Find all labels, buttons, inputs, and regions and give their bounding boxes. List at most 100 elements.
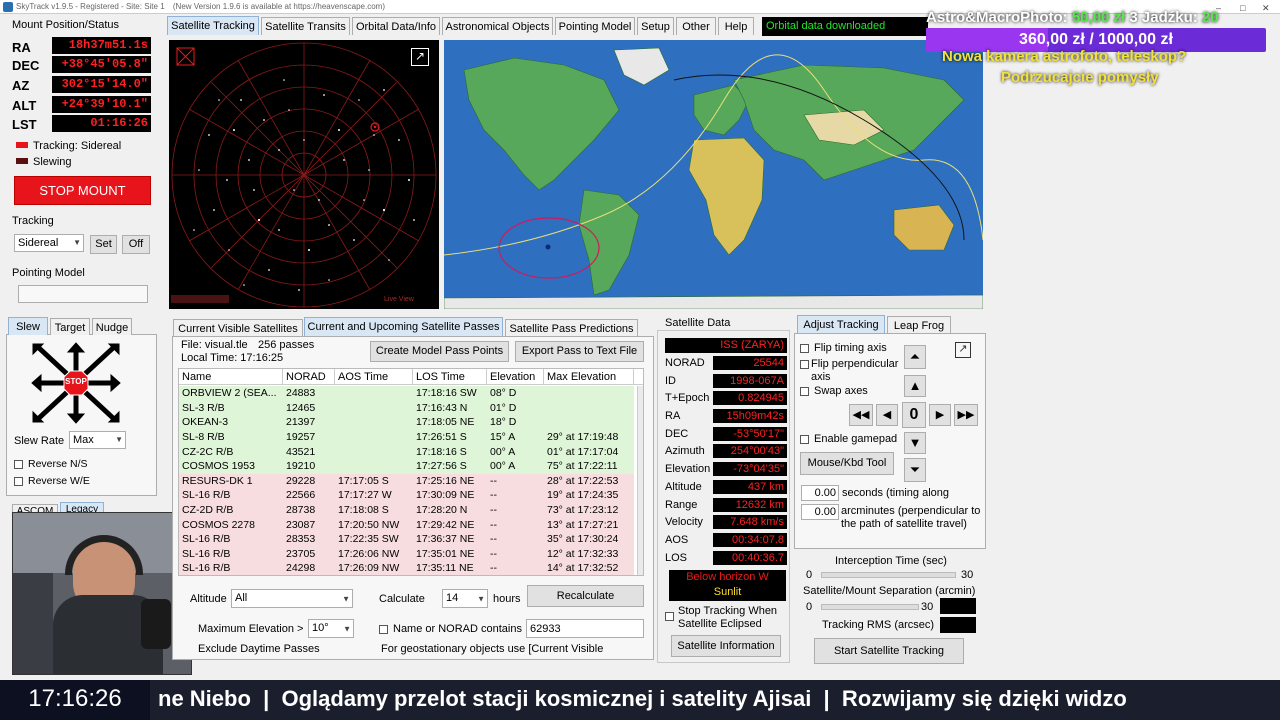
overlay-donor: Astro&MacroPhoto: [926,9,1068,26]
table-row[interactable]: COSMOS 1953 19210 17:27:56 S 00° A 75° at 17… [179,458,634,474]
tab-setup[interactable]: Setup [637,17,674,35]
reverse-ns-checkbox[interactable]: Reverse N/S [14,458,88,470]
timing-offset-input[interactable]: 0.00 [801,485,839,501]
tab-astronomical-objects[interactable]: Astronomical Objects [442,17,553,35]
slew-stop-label[interactable]: STOP [64,377,88,386]
up-icon: ▲ [908,378,922,393]
col-los[interactable]: LOS Time [413,369,487,385]
tab-adjust-tracking[interactable]: Adjust Tracking [797,315,885,334]
satellite-field-row: DEC -53°50'17" [665,426,787,445]
tab-satellite-transits[interactable]: Satellite Transits [261,17,350,35]
col-max-elevation[interactable]: Max Elevation [544,369,634,385]
tab-pass-predictions[interactable]: Satellite Pass Predictions [505,319,638,337]
ra-label: RA [12,40,31,55]
col-aos[interactable]: AOS Time [335,369,413,385]
separation-title: Satellite/Mount Separation (arcmin) [803,585,976,597]
tab-nudge[interactable]: Nudge [92,318,132,335]
table-row[interactable]: SL-16 R/B 22566 17:17:27 W 17:30:09 NE -- 19°… [179,488,634,503]
tab-help[interactable]: Help [718,17,754,35]
rewind-icon: ◀◀ [852,409,870,421]
cell-max: 19° at 17:24:35 [544,488,634,503]
calculate-hours-select[interactable]: 14 ▼ [442,589,488,608]
table-row[interactable]: SL-3 R/B 12465 17:16:43 N 01° D [179,400,634,416]
max-elevation-select[interactable]: 10° ▼ [308,619,354,638]
satellite-field-label: DEC [665,427,689,440]
table-row[interactable]: SL-16 R/B 24298 17:26:09 NW 17:35:11 NE -- 14… [179,561,634,575]
center-reset-button[interactable]: 0 [902,402,926,428]
altitude-select[interactable]: All ▼ [231,589,353,608]
tab-satellite-tracking[interactable]: Satellite Tracking [167,16,259,35]
interception-slider[interactable] [821,572,956,578]
satellite-field-row: Range 12632 km [665,497,787,516]
satellite-field-row: Altitude 437 km [665,479,787,498]
cell-los: 17:16:43 N [413,400,487,416]
start-satellite-tracking-button[interactable]: Start Satellite Tracking [814,638,964,664]
off-button[interactable]: Off [122,235,150,254]
fast-forward-icon: ▶▶ [957,409,975,421]
tab-leap-frog[interactable]: Leap Frog [887,316,951,334]
tab-slew[interactable]: Slew [8,317,48,335]
cell-aos [335,386,413,401]
sky-view[interactable]: ↗ Live View [169,40,439,309]
flip-perp-checkbox[interactable]: Flip perpendicular axis [800,358,910,384]
swap-axes-checkbox[interactable]: Swap axes [800,385,868,397]
move-back-button[interactable]: ◀ [876,404,898,426]
table-row[interactable]: ORBVIEW 2 (SEA... 24883 17:18:16 SW 08° D [179,386,634,401]
tab-target[interactable]: Target [50,318,90,335]
exclude-daytime-label[interactable]: Exclude Daytime Passes [198,643,320,655]
tab-pointing-model[interactable]: Pointing Model [555,17,635,35]
cell-max: 35° at 17:30:24 [544,531,634,547]
table-scrollbar[interactable] [637,386,643,575]
move-back-fast-button[interactable]: ◀◀ [849,404,873,426]
move-down-fast-button[interactable]: ⏷ [904,458,926,482]
cell-elev: 08° D [487,386,544,401]
tab-current-visible[interactable]: Current Visible Satellites [173,319,303,337]
table-row[interactable]: SL-8 R/B 19257 17:26:51 S 15° A 29° at 17:19… [179,429,634,445]
name-norad-input[interactable] [526,619,644,638]
table-row[interactable]: OKEAN-3 21397 17:18:05 NE 18° D [179,415,634,430]
double-down-icon: ⏷ [909,462,921,477]
move-forward-fast-button[interactable]: ▶▶ [954,404,978,426]
col-elevation[interactable]: Elevation [487,369,544,385]
set-button[interactable]: Set [90,235,117,254]
tracking-rate-select[interactable]: Sidereal ▼ [14,234,84,252]
slew-rate-select[interactable]: Max ▼ [69,431,126,449]
move-forward-button[interactable]: ▶ [929,404,951,426]
move-up-button[interactable]: ▲ [904,375,926,397]
satellite-information-button[interactable]: Satellite Information [671,635,781,657]
tab-upcoming-passes[interactable]: Current and Upcoming Satellite Passes [304,317,503,337]
recalculate-button[interactable]: Recalculate [527,585,644,607]
separation-slider[interactable] [821,604,919,610]
col-name[interactable]: Name [179,369,283,385]
table-row[interactable]: RESURS-DK 1 29228 17:17:05 S 17:25:16 NE -- 2… [179,473,634,489]
name-norad-checkbox[interactable]: Name or NORAD contains [379,623,522,635]
table-row[interactable]: COSMOS 2278 23087 17:20:50 NW 17:29:42 NE --… [179,517,634,532]
satellite-field-label: T+Epoch [665,392,710,405]
flip-timing-checkbox[interactable]: Flip timing axis [800,342,887,354]
move-up-fast-button[interactable]: ⏶ [904,345,926,369]
popout-icon[interactable]: ↗ [411,48,429,66]
table-row[interactable]: SL-16 R/B 23705 17:26:06 NW 17:35:01 NE -- 12… [179,546,634,562]
double-up-icon: ⏶ [909,349,921,364]
stop-mount-button[interactable]: STOP MOUNT [14,176,151,205]
az-label: AZ [12,78,30,93]
popout-icon[interactable]: ↗ [955,342,971,358]
create-pass-points-button[interactable]: Create Model Pass Points [370,341,509,362]
perp-offset-input[interactable]: 0.00 [801,504,839,520]
cell-norad: 24298 [283,561,335,575]
table-row[interactable]: CZ-2D R/B 28738 17:18:08 S 17:28:20 N -- 73° … [179,502,634,518]
tab-other[interactable]: Other [676,17,716,35]
cell-name: CZ-2C R/B [179,444,283,459]
move-down-button[interactable]: ▼ [904,432,926,454]
col-norad[interactable]: NORAD [283,369,335,385]
mouse-kbd-tool-button[interactable]: Mouse/Kbd Tool [800,452,894,475]
table-row[interactable]: SL-16 R/B 28353 17:22:35 SW 17:36:37 NE -- 35… [179,531,634,547]
world-map[interactable] [444,40,983,309]
reverse-we-checkbox[interactable]: Reverse W/E [14,475,90,487]
satellite-field-row: NORAD 25544 [665,356,787,374]
tab-orbital-data[interactable]: Orbital Data/Info [352,17,440,35]
enable-gamepad-checkbox[interactable]: Enable gamepad [800,433,897,445]
stop-eclipsed-checkbox[interactable]: Stop Tracking When Satellite Eclipsed [665,605,783,631]
export-pass-button[interactable]: Export Pass to Text File [515,341,644,362]
table-row[interactable]: CZ-2C R/B 43521 17:18:16 S 00° A 01° at 17:1… [179,444,634,459]
